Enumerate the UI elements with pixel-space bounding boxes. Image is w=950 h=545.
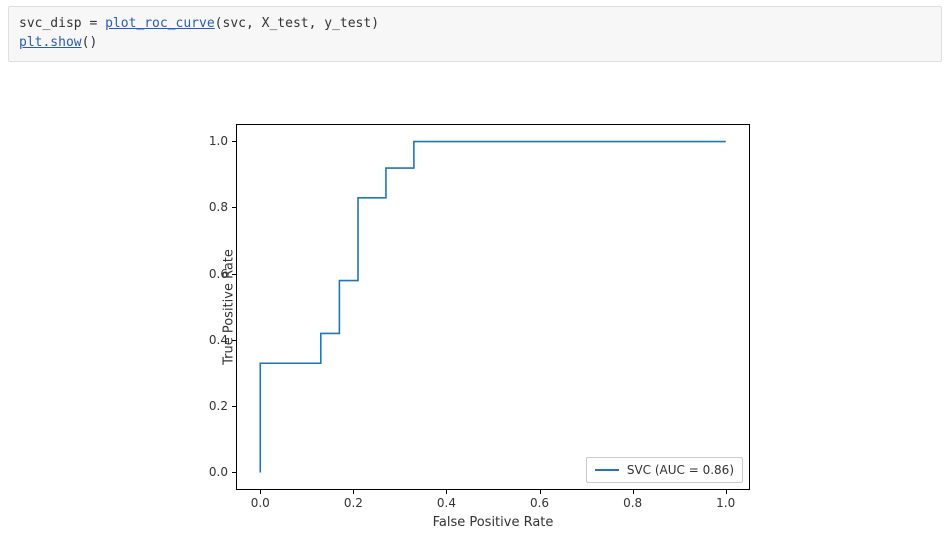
x-tick bbox=[540, 489, 541, 494]
legend-label: SVC (AUC = 0.86) bbox=[627, 463, 734, 477]
y-tick-label: 0.8 bbox=[209, 200, 228, 214]
code-link-plot-roc-curve[interactable]: plot_roc_curve bbox=[105, 16, 215, 31]
chart-output: 0.00.20.40.60.81.0 0.00.20.40.60.81.0 Fa… bbox=[0, 62, 950, 532]
roc-plot-axes: 0.00.20.40.60.81.0 0.00.20.40.60.81.0 Fa… bbox=[236, 124, 750, 490]
x-tick-label: 0.4 bbox=[437, 496, 456, 510]
y-axis-label: True Positive Rate bbox=[221, 249, 236, 365]
x-tick-label: 0.0 bbox=[251, 496, 270, 510]
x-tick-label: 0.2 bbox=[344, 496, 363, 510]
code-cell: svc_disp = plot_roc_curve(svc, X_test, y… bbox=[8, 6, 942, 62]
x-axis-label: False Positive Rate bbox=[237, 515, 749, 530]
x-tick bbox=[446, 489, 447, 494]
roc-curve bbox=[237, 125, 749, 489]
x-tick bbox=[726, 489, 727, 494]
y-tick bbox=[232, 141, 237, 142]
x-tick-label: 0.8 bbox=[623, 496, 642, 510]
y-tick-label: 1.0 bbox=[209, 134, 228, 148]
code-link-plt-show[interactable]: plt.show bbox=[19, 35, 82, 50]
code-line-2-suffix: () bbox=[82, 35, 98, 50]
y-tick-label: 0.2 bbox=[209, 399, 228, 413]
x-tick-label: 0.6 bbox=[530, 496, 549, 510]
x-tick bbox=[260, 489, 261, 494]
y-tick bbox=[232, 207, 237, 208]
legend: SVC (AUC = 0.86) bbox=[586, 457, 743, 483]
code-line-1-suffix: (svc, X_test, y_test) bbox=[215, 16, 379, 31]
x-tick bbox=[633, 489, 634, 494]
y-tick bbox=[232, 472, 237, 473]
legend-swatch-icon bbox=[595, 469, 619, 471]
x-tick-label: 1.0 bbox=[716, 496, 735, 510]
code-line-1-prefix: svc_disp = bbox=[19, 16, 105, 31]
y-tick bbox=[232, 406, 237, 407]
y-tick-label: 0.0 bbox=[209, 465, 228, 479]
x-tick bbox=[353, 489, 354, 494]
